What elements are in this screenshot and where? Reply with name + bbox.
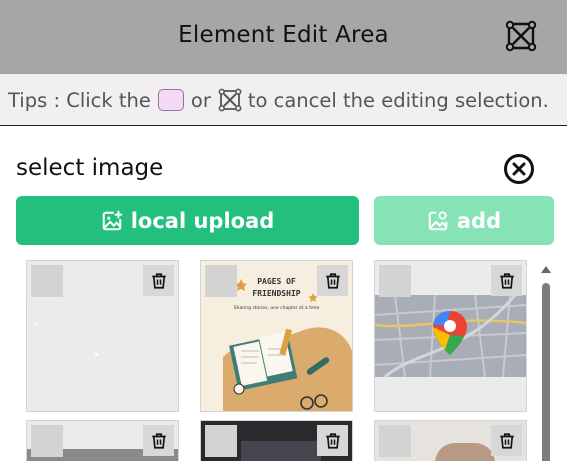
trash-icon (325, 432, 340, 449)
tips-suffix: to cancel the editing selection. (247, 88, 549, 112)
section-title: select image (16, 155, 164, 181)
add-button[interactable]: add (374, 196, 554, 245)
add-label: add (456, 208, 502, 233)
delete-button[interactable] (143, 265, 174, 296)
scrollbar-thumb[interactable] (542, 283, 550, 461)
select-checkbox[interactable] (205, 425, 237, 457)
tips-bar: Tips : Click the or to cancel the editin… (0, 74, 567, 126)
select-checkbox[interactable] (205, 265, 237, 297)
photo-image (241, 441, 321, 461)
speck (95, 353, 98, 356)
local-upload-label: local upload (130, 208, 275, 233)
trash-icon (325, 272, 340, 289)
header-bar: Element Edit Area (0, 0, 567, 74)
tips-prefix: Tips : Click the (8, 88, 151, 112)
delete-button[interactable] (317, 265, 348, 296)
map-image (375, 295, 526, 377)
trash-icon (499, 432, 514, 449)
cover-subtitle: Sharing stories, one chapter at a time (233, 306, 320, 311)
header-title: Element Edit Area (178, 22, 389, 48)
delete-button[interactable] (491, 265, 522, 296)
delete-button[interactable] (317, 425, 348, 456)
image-add-icon (428, 210, 448, 230)
local-upload-button[interactable]: local upload (16, 196, 359, 245)
close-x-square-icon[interactable] (505, 20, 537, 52)
image-thumbnail[interactable] (374, 260, 527, 412)
select-checkbox[interactable] (31, 425, 63, 457)
scroll-up-arrow[interactable] (541, 266, 551, 273)
tips-middle: or (190, 88, 211, 112)
trash-icon (151, 432, 166, 449)
image-add-icon (102, 210, 122, 230)
selection-swatch (157, 89, 184, 111)
circle-x-icon[interactable] (503, 153, 535, 185)
image-thumbnail[interactable] (374, 420, 527, 461)
image-thumbnail[interactable] (200, 420, 353, 461)
image-thumbnail[interactable] (26, 260, 179, 412)
trash-icon (151, 272, 166, 289)
image-thumbnail[interactable]: PAGES OF FRIENDSHIP Sharing stories, one… (200, 260, 353, 412)
select-checkbox[interactable] (379, 425, 411, 457)
photo-image (435, 443, 495, 461)
image-thumbnail[interactable] (26, 420, 179, 461)
trash-icon (499, 272, 514, 289)
tips-text: Tips : Click the or to cancel the editin… (8, 87, 549, 113)
select-checkbox[interactable] (379, 265, 411, 297)
delete-button[interactable] (143, 425, 174, 456)
select-checkbox[interactable] (31, 265, 63, 297)
close-x-square-icon (218, 88, 242, 112)
delete-button[interactable] (491, 425, 522, 456)
element-edit-panel: Element Edit Area Tips : Click the or to… (0, 0, 567, 461)
speck (35, 323, 37, 325)
